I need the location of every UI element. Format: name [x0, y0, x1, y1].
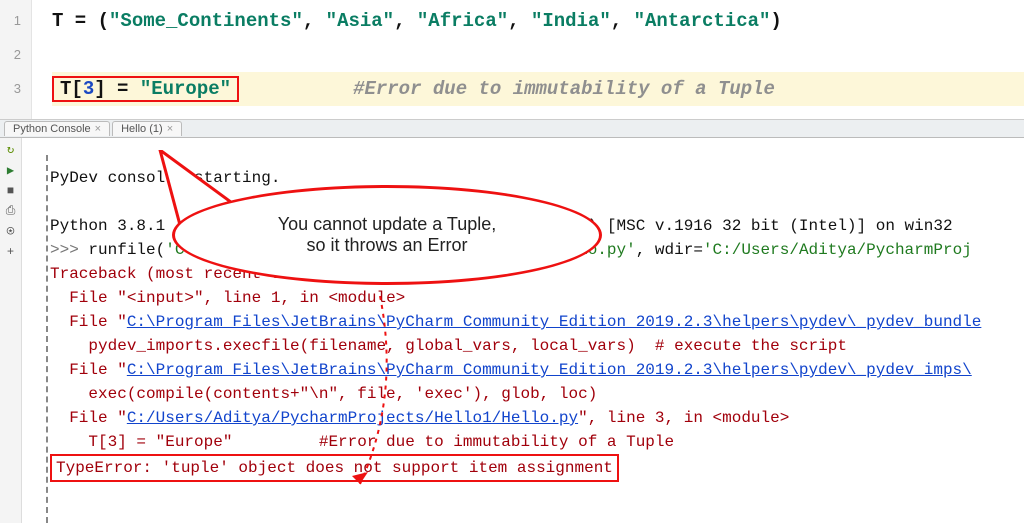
console-line: File "C:/Users/Aditya/PycharmProjects/He…: [50, 409, 789, 427]
console-line: pydev_imports.execfile(filename, global_…: [50, 337, 847, 355]
console-line: T[3] = "Europe" #Error due to immutabili…: [50, 433, 674, 451]
close-icon[interactable]: ×: [167, 123, 173, 135]
console-line: PyDev console: starting.: [50, 169, 280, 187]
console-line: Python 3.8.1 (tags/v3.8.1:1b293b6, Dec 1…: [50, 217, 953, 235]
settings-icon[interactable]: ⍟: [7, 224, 14, 239]
console-line: exec(compile(contents+"\n", file, 'exec'…: [50, 385, 597, 403]
console-line: File "C:\Program Files\JetBrains\PyCharm…: [50, 313, 981, 331]
console-tabs: Python Console× Hello (1)×: [0, 120, 1024, 138]
add-icon[interactable]: +: [7, 245, 14, 259]
code-line-2: [52, 38, 1024, 72]
line-gutter: 1 2 3: [0, 0, 32, 119]
code-area[interactable]: T = ("Some_Continents", "Asia", "Africa"…: [32, 0, 1024, 119]
rerun-icon[interactable]: ↻: [7, 142, 14, 157]
traceback-link[interactable]: C:\Program Files\JetBrains\PyCharm Commu…: [127, 361, 972, 379]
stop-icon[interactable]: ■: [7, 184, 14, 198]
run-icon[interactable]: ▶: [7, 163, 14, 178]
console-toolbar: ↻ ▶ ■ ⎙ ⍟ +: [0, 138, 22, 523]
tab-hello[interactable]: Hello (1)×: [112, 121, 182, 136]
console-line: >>> runfile('C:/Users/Aditya/PycharmProj…: [50, 241, 972, 259]
console-pane: ↻ ▶ ■ ⎙ ⍟ + PyDev console: starting. Pyt…: [0, 138, 1024, 523]
tab-python-console[interactable]: Python Console×: [4, 121, 110, 136]
code-line-3: T[3] = "Europe" #Error due to immutabili…: [52, 72, 1024, 106]
highlight-box-error: TypeError: 'tuple' object does not suppo…: [50, 454, 619, 482]
highlight-box-assignment: T[3] = "Europe": [52, 76, 239, 102]
gutter-dash-line: [46, 155, 48, 523]
traceback-link[interactable]: C:/Users/Aditya/PycharmProjects/Hello1/H…: [127, 409, 578, 427]
code-editor[interactable]: 1 2 3 T = ("Some_Continents", "Asia", "A…: [0, 0, 1024, 120]
console-line: File "<input>", line 1, in <module>: [50, 289, 405, 307]
code-line-1: T = ("Some_Continents", "Asia", "Africa"…: [52, 4, 1024, 38]
console-output[interactable]: PyDev console: starting. Python 3.8.1 (t…: [22, 138, 1024, 523]
close-icon[interactable]: ×: [95, 123, 101, 135]
traceback-link[interactable]: C:\Program Files\JetBrains\PyCharm Commu…: [127, 313, 982, 331]
console-line: File "C:\Program Files\JetBrains\PyCharm…: [50, 361, 972, 379]
console-line: Traceback (most recent call last):: [50, 265, 376, 283]
print-icon[interactable]: ⎙: [6, 204, 16, 218]
